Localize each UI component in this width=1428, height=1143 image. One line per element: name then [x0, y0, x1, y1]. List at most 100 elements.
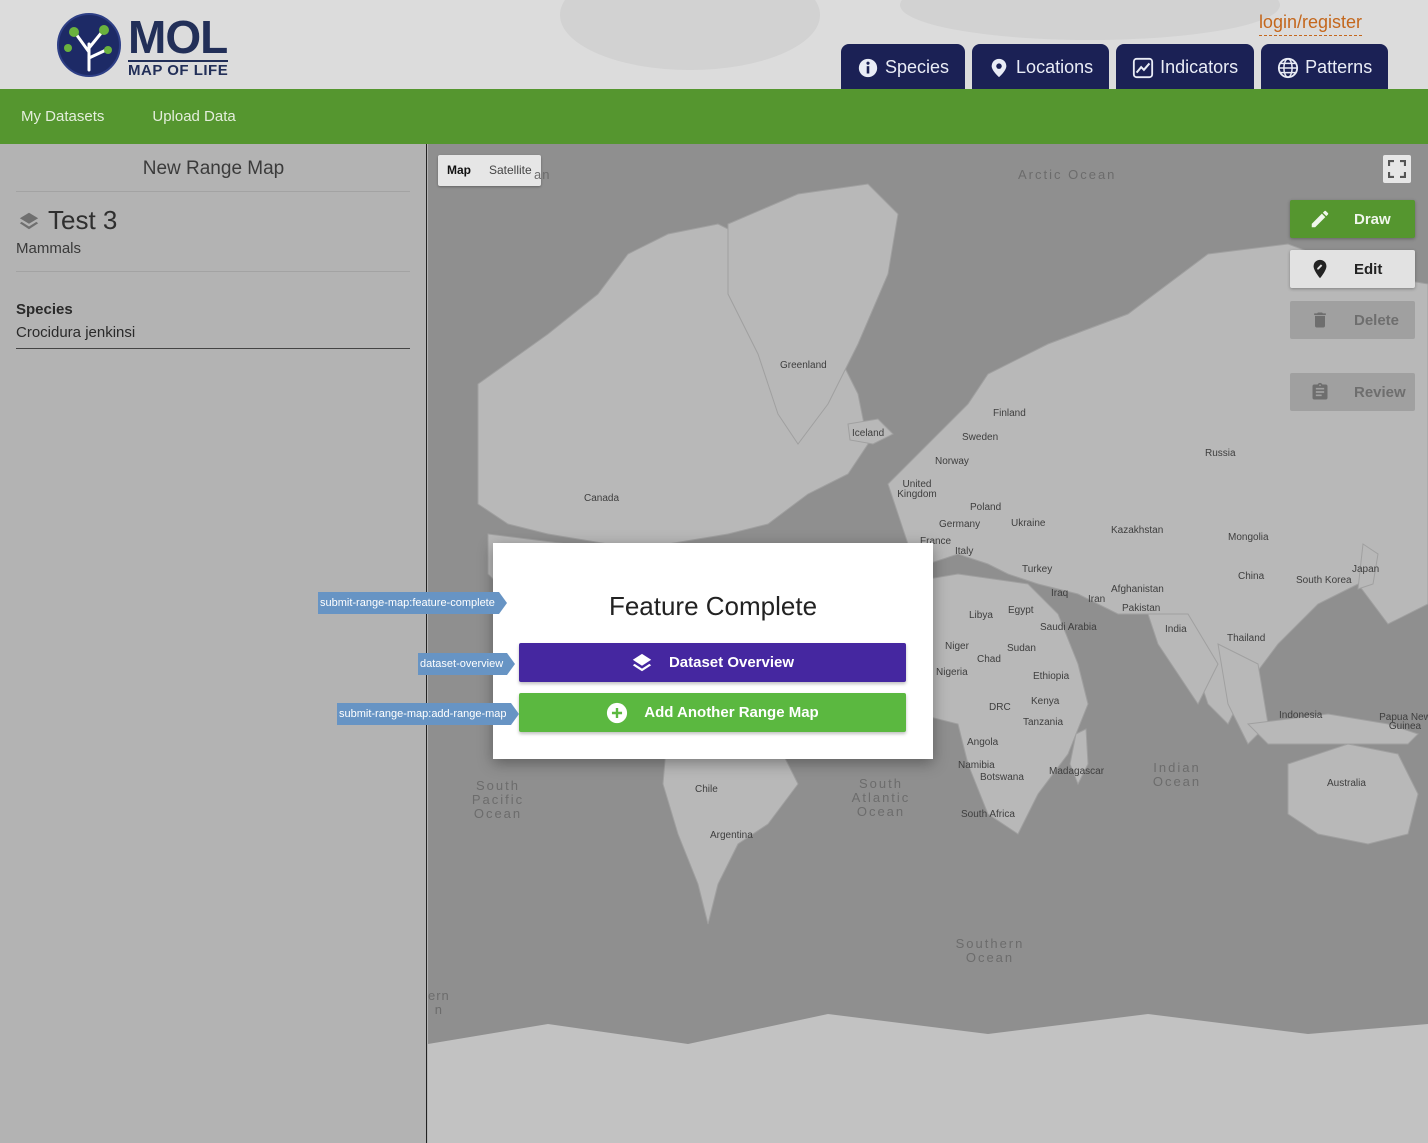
add-range-map-button[interactable]: Add Another Range Map — [519, 693, 906, 732]
country-label: Ethiopia — [1033, 671, 1070, 682]
feature-complete-dialog: Feature Complete Dataset Overview Add An… — [493, 543, 933, 759]
map-type-toggle: Map Satellite — [438, 155, 541, 186]
pencil-icon — [1311, 210, 1329, 228]
country-label: Norway — [935, 456, 969, 467]
country-label: Thailand — [1227, 633, 1266, 644]
ocean-label: Arctic Ocean — [1018, 167, 1117, 182]
country-label: Australia — [1327, 778, 1366, 789]
divider — [16, 191, 410, 192]
logo-title: MOL — [128, 11, 228, 63]
ocean-label: an — [534, 167, 551, 182]
fullscreen-button[interactable] — [1383, 155, 1411, 183]
ocean-label: ern n — [428, 988, 450, 1017]
draw-button[interactable]: Draw — [1290, 200, 1415, 238]
edit-label: Edit — [1354, 260, 1383, 278]
tab-label: Species — [885, 57, 950, 77]
logo[interactable]: MOL MAP OF LIFE — [56, 11, 236, 79]
dataset-name: Test 3 — [48, 205, 118, 235]
country-label: Egypt — [1008, 605, 1034, 616]
country-label: Afghanistan — [1111, 584, 1164, 595]
layers-icon — [632, 653, 652, 671]
review-button[interactable]: Review — [1290, 373, 1415, 411]
tab-species[interactable]: Species — [841, 44, 966, 89]
country-label: India — [1165, 624, 1187, 635]
ocean-label: Southern Ocean — [955, 936, 1025, 965]
edit-button[interactable]: Edit — [1290, 250, 1415, 288]
add-circle-icon — [607, 702, 628, 723]
country-label: Nigeria — [936, 667, 968, 678]
tab-patterns[interactable]: Patterns — [1261, 44, 1389, 89]
header-bg-shape — [900, 0, 1280, 40]
subnav-my-datasets[interactable]: My Datasets — [21, 108, 104, 125]
country-label: Iceland — [852, 428, 885, 439]
header-bg-shape — [560, 0, 820, 70]
draw-label: Draw — [1354, 210, 1391, 228]
clipboard-icon — [1312, 382, 1328, 400]
species-underline — [16, 348, 410, 349]
country-label: DRC — [989, 702, 1011, 713]
fullscreen-icon — [1388, 160, 1406, 178]
map-type-satellite[interactable]: Satellite — [480, 155, 541, 186]
divider — [16, 271, 410, 272]
country-label: Chad — [977, 654, 1001, 665]
debug-tag: submit-range-map:feature-complete — [318, 592, 507, 614]
country-label: United Kingdom — [897, 479, 937, 500]
dialog-title: Feature Complete — [608, 591, 818, 621]
dataset-overview-button[interactable]: Dataset Overview — [519, 643, 906, 682]
country-label: Germany — [939, 519, 981, 530]
species-label: Species — [16, 301, 73, 318]
delete-label: Delete — [1354, 311, 1400, 329]
country-label: Saudi Arabia — [1040, 622, 1097, 633]
dataset-overview-label: Dataset Overview — [668, 654, 795, 671]
tab-locations[interactable]: Locations — [972, 44, 1110, 89]
panel-title: New Range Map — [142, 158, 285, 179]
country-label: Iraq — [1051, 588, 1069, 599]
logo-globe-icon — [57, 13, 121, 77]
country-label: Kazakhstan — [1111, 525, 1164, 536]
globe-icon — [1278, 57, 1299, 78]
sub-navigation: My Datasets Upload Data — [0, 89, 1428, 144]
ocean-label: Indian Ocean — [1152, 760, 1202, 789]
country-label: Italy — [955, 546, 974, 557]
logo-subtitle: MAP OF LIFE — [128, 60, 229, 79]
country-label: Poland — [970, 502, 1002, 513]
location-pin-icon — [991, 58, 1007, 77]
country-label: Mongolia — [1228, 532, 1269, 543]
country-label: South Korea — [1296, 575, 1352, 586]
tab-label: Locations — [1016, 57, 1094, 77]
country-label: Argentina — [710, 830, 753, 841]
main-tabs: Species Locations Indicators Patterns — [841, 44, 1389, 89]
add-range-map-label: Add Another Range Map — [644, 704, 819, 721]
login-register-link[interactable]: login/register — [1258, 12, 1362, 36]
app-root: MOL MAP OF LIFE login/register Species L… — [0, 0, 1428, 1143]
country-label: Libya — [969, 610, 993, 621]
tab-indicators[interactable]: Indicators — [1116, 44, 1255, 89]
trend-chart-icon — [1133, 57, 1154, 78]
ocean-label: South Pacific Ocean — [471, 778, 525, 821]
tab-label: Patterns — [1305, 57, 1373, 77]
country-label: Canada — [584, 493, 620, 504]
subnav-upload-data[interactable]: Upload Data — [152, 108, 235, 125]
dataset-category: Mammals — [16, 240, 82, 257]
info-icon — [858, 58, 878, 77]
country-label: Ukraine — [1011, 518, 1046, 529]
country-label: Madagascar — [1049, 766, 1105, 777]
delete-button[interactable]: Delete — [1290, 301, 1415, 339]
tab-label: Indicators — [1160, 57, 1239, 77]
country-label: Niger — [945, 641, 969, 652]
country-label: Sudan — [1007, 643, 1036, 654]
debug-tag: dataset-overview — [418, 653, 516, 675]
country-label: Botswana — [980, 772, 1024, 783]
country-label: China — [1238, 571, 1265, 582]
debug-tag: submit-range-map:add-range-map — [337, 703, 519, 725]
edit-pin-icon — [1313, 259, 1327, 279]
country-label: Turkey — [1022, 564, 1053, 575]
species-value[interactable]: Crocidura jenkinsi — [16, 324, 135, 341]
sidebar: New Range Map Test 3 Mammals Species Cro… — [0, 144, 427, 1143]
country-label: Indonesia — [1279, 710, 1323, 721]
map-type-map[interactable]: Map — [438, 155, 480, 186]
country-label: Chile — [695, 784, 718, 795]
country-label: Russia — [1205, 448, 1236, 459]
country-label: Papua New Guinea — [1379, 712, 1428, 732]
country-label: Japan — [1352, 564, 1380, 575]
